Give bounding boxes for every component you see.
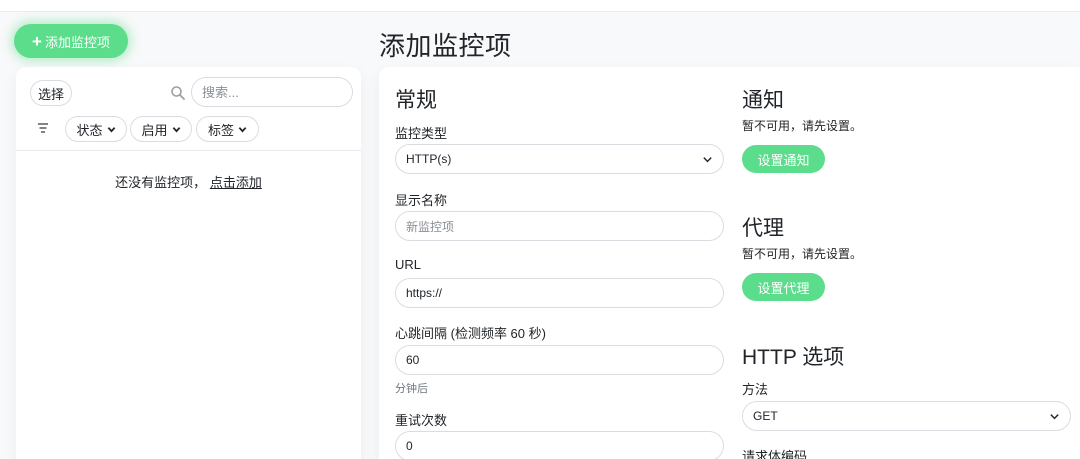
active-filter-dropdown[interactable]: 启用 [130,116,192,142]
method-label: 方法 [742,382,769,397]
chevron-down-icon [238,126,247,132]
proxy-unavailable-text: 暂不可用，请先设置。 [742,247,863,261]
method-value: GET [753,409,778,423]
notifications-heading: 通知 [742,89,784,112]
method-select[interactable]: GET [742,401,1071,431]
heartbeat-interval-hint: 分钟后 [395,383,428,395]
chevron-down-icon [1050,414,1059,420]
display-name-input[interactable]: 新监控项 [395,211,724,241]
empty-list-message: 还没有监控项， 点击添加 [16,172,361,191]
setup-notification-button[interactable]: 设置通知 [742,145,825,173]
monitor-list-header: 选择 状态 启用 标签 [16,67,361,151]
retries-label: 重试次数 [395,413,448,428]
tags-filter-label: 标签 [207,122,234,138]
general-heading: 常规 [395,89,437,112]
add-monitor-form: 常规 监控类型 HTTP(s) 显示名称 新监控项 URL https:// 心… [379,67,1080,459]
display-name-label: 显示名称 [395,193,448,208]
search-input[interactable] [191,77,353,107]
click-to-add-link[interactable]: 点击添加 [210,175,262,190]
tags-filter-dropdown[interactable]: 标签 [196,116,259,142]
chevron-down-icon [703,157,712,163]
notifications-unavailable-text: 暂不可用，请先设置。 [742,119,863,133]
url-label: URL [395,257,422,272]
plus-icon: + [32,31,42,51]
body-encoding-label: 请求体编码 [742,449,808,459]
heartbeat-interval-input[interactable]: 60 [395,345,724,375]
monitor-list-panel: 选择 状态 启用 标签 还没有监控项， 点击添加 [16,67,361,459]
filter-menu-icon[interactable] [37,122,49,134]
chevron-down-icon [172,126,180,132]
active-filter-label: 启用 [141,122,168,138]
proxy-heading: 代理 [742,217,784,240]
http-options-heading: HTTP 选项 [742,346,845,369]
top-bar [0,0,1080,12]
chevron-down-icon [107,126,115,132]
status-filter-dropdown[interactable]: 状态 [65,116,127,142]
url-input[interactable]: https:// [395,278,724,308]
search-icon [171,86,185,100]
page-title: 添加监控项 [379,31,512,61]
setup-proxy-button[interactable]: 设置代理 [742,273,825,301]
select-button[interactable]: 选择 [30,80,72,106]
heartbeat-interval-label: 心跳间隔 (检测频率 60 秒) [395,326,546,341]
retries-input[interactable]: 0 [395,431,724,459]
add-monitor-label: 添加监控项 [44,34,110,50]
empty-list-text: 还没有监控项， [115,175,207,190]
status-filter-label: 状态 [76,122,103,138]
monitor-type-value: HTTP(s) [406,152,452,166]
add-monitor-button[interactable]: + 添加监控项 [14,24,128,58]
monitor-type-select[interactable]: HTTP(s) [395,144,724,174]
monitor-type-label: 监控类型 [395,126,448,141]
